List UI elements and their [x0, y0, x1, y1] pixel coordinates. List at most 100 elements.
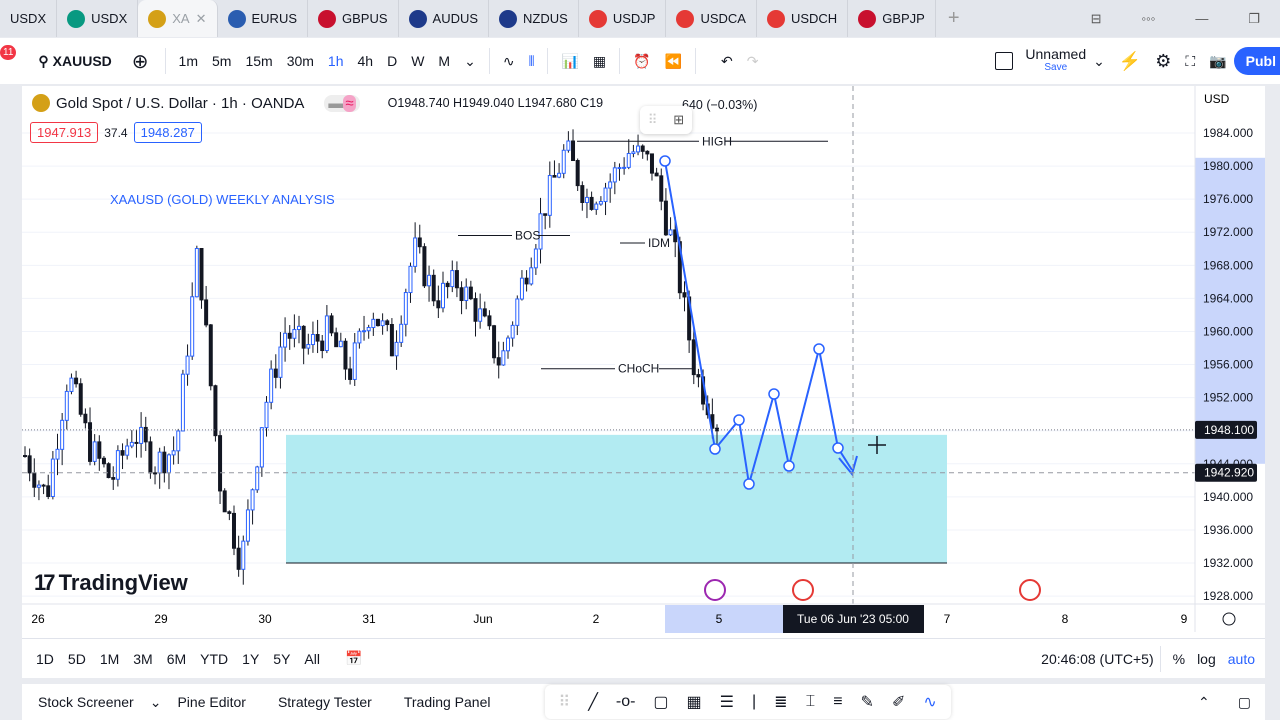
interval-1h[interactable]: 1h: [321, 53, 351, 69]
candles-icon[interactable]: ⫴: [522, 53, 542, 70]
restore-icon[interactable]: ❐: [1228, 11, 1280, 27]
analysis-title[interactable]: XAAUSD (GOLD) WEEKLY ANALYSIS: [110, 192, 335, 207]
us-event-icon[interactable]: [792, 579, 814, 601]
grid-icon[interactable]: ▦: [687, 692, 702, 712]
auto-toggle[interactable]: auto: [1222, 651, 1265, 667]
tab-eurus-3[interactable]: EURUS: [218, 0, 309, 37]
publish-button[interactable]: Publ: [1233, 47, 1280, 75]
bottom-tab-trading-panel[interactable]: Trading Panel: [388, 694, 507, 711]
vertical-line-icon[interactable]: |: [752, 693, 756, 711]
projection-point[interactable]: [768, 388, 780, 400]
log-toggle[interactable]: log: [1191, 651, 1222, 667]
range-1y[interactable]: 1Y: [235, 651, 266, 667]
rectangle-icon[interactable]: ▢: [653, 692, 668, 712]
line-chart-icon[interactable]: ∿: [496, 53, 522, 70]
chevron-down-icon[interactable]: ⌄: [457, 53, 483, 70]
interval-4h[interactable]: 4h: [351, 53, 381, 69]
replay-icon[interactable]: ⏪: [658, 53, 689, 70]
drag-handle-icon[interactable]: ⠿: [648, 112, 658, 128]
price-range-icon[interactable]: ⌶: [806, 693, 816, 711]
projection-point[interactable]: [733, 414, 745, 426]
add-symbol-icon[interactable]: ⊕: [122, 49, 159, 74]
close-icon[interactable]: ✕: [196, 11, 207, 27]
templates-icon[interactable]: ▦: [586, 53, 613, 70]
layout-checkbox[interactable]: [995, 52, 1014, 70]
projection-point[interactable]: [743, 478, 755, 490]
tab-usdjp-7[interactable]: USDJP: [579, 0, 667, 37]
range-6m[interactable]: 6M: [160, 651, 193, 667]
interval-30m[interactable]: 30m: [280, 53, 321, 69]
brush-icon[interactable]: ✎: [861, 692, 874, 712]
buy-price[interactable]: 1948.287: [133, 122, 202, 143]
interval-D[interactable]: D: [380, 53, 404, 69]
tab-xa-2[interactable]: XA ✕: [138, 0, 218, 37]
alert-icon[interactable]: ⏰: [626, 53, 657, 70]
projection-point[interactable]: [813, 343, 825, 355]
range-1d[interactable]: 1D: [22, 651, 61, 667]
projection-point[interactable]: [709, 443, 721, 455]
range-5y[interactable]: 5Y: [266, 651, 297, 667]
trend-line-icon[interactable]: ╱: [588, 692, 598, 712]
bottom-tab-stock-screener[interactable]: Stock Screener: [22, 694, 150, 711]
undo-icon[interactable]: ↶: [714, 53, 740, 70]
bottom-tab-pine-editor[interactable]: Pine Editor: [161, 694, 261, 711]
indicators-icon[interactable]: 📊: [554, 53, 585, 70]
bottom-tab-strategy-tester[interactable]: Strategy Tester: [262, 694, 388, 711]
indicator-toggle[interactable]: ▬ ≈: [324, 94, 360, 112]
tab-gbpjp-10[interactable]: GBPJP: [848, 0, 936, 37]
projection-point[interactable]: [832, 442, 844, 454]
drag-handle-icon[interactable]: ⠿: [559, 692, 571, 712]
tab-gbpus-4[interactable]: GBPUS: [308, 0, 399, 37]
projection-point[interactable]: [659, 155, 671, 167]
currency-label[interactable]: USD: [1204, 92, 1230, 106]
range-all[interactable]: All: [297, 651, 327, 667]
tab-usdx-1[interactable]: USDX: [57, 0, 139, 37]
lines-icon[interactable]: ☰: [720, 692, 734, 712]
fib-icon[interactable]: ≣: [774, 692, 787, 712]
range-1m[interactable]: 1M: [93, 651, 126, 667]
tab-nzdus-6[interactable]: NZDUS: [489, 0, 579, 37]
camera-icon[interactable]: 📷: [1202, 53, 1233, 70]
chevron-down-icon[interactable]: ⌄: [150, 694, 162, 711]
layout-name[interactable]: Unnamed Save: [1025, 47, 1086, 75]
minimize-icon[interactable]: —: [1175, 11, 1228, 26]
interval-5m[interactable]: 5m: [205, 53, 238, 69]
layout-icon[interactable]: ⊟: [1071, 11, 1122, 27]
collapse-icon[interactable]: ⌃: [1184, 694, 1224, 711]
fullscreen-icon[interactable]: ⛶: [1178, 53, 1202, 70]
sell-price[interactable]: 1947.913: [30, 122, 99, 143]
chart-canvas[interactable]: HIGH BOS IDM CHoCH USD 1984.000 1980.000 1976.0…: [22, 86, 1265, 678]
date-range-icon[interactable]: ≡: [833, 693, 842, 711]
chart-pane[interactable]: HIGH BOS IDM CHoCH USD 1984.000 1980.000 1976.0…: [22, 86, 1265, 678]
range-3m[interactable]: 3M: [126, 651, 159, 667]
percent-toggle[interactable]: %: [1167, 651, 1191, 667]
tab-usdx-0[interactable]: USDX: [0, 0, 58, 37]
interval-W[interactable]: W: [404, 53, 431, 69]
us-event-icon[interactable]: [1019, 579, 1041, 601]
range-5d[interactable]: 5D: [61, 651, 93, 667]
time-axis-settings-icon[interactable]: [1222, 612, 1236, 626]
eraser-icon[interactable]: ✐: [892, 692, 905, 712]
add-pane-icon[interactable]: ⊞: [673, 112, 684, 128]
path-icon[interactable]: ∿: [923, 692, 936, 712]
interval-M[interactable]: M: [431, 53, 457, 69]
interval-1m[interactable]: 1m: [172, 53, 205, 69]
dividend-event-icon[interactable]: [704, 579, 726, 601]
quick-search-icon[interactable]: ⚡: [1112, 51, 1148, 72]
symbol-search[interactable]: ⚲ XAUUSD: [28, 53, 121, 70]
calendar-icon[interactable]: 📅: [345, 650, 362, 667]
tab-usdca-8[interactable]: USDCA: [666, 0, 757, 37]
horizontal-ray-icon[interactable]: -o-: [616, 693, 636, 711]
new-tab-icon[interactable]: +: [936, 7, 972, 30]
more-icon[interactable]: ◦◦◦: [1122, 11, 1176, 26]
chevron-down-icon[interactable]: ⌄: [1086, 53, 1112, 70]
interval-15m[interactable]: 15m: [238, 53, 279, 69]
range-ytd[interactable]: YTD: [193, 651, 235, 667]
tab-audus-5[interactable]: AUDUS: [399, 0, 490, 37]
notification-badge[interactable]: 11: [0, 44, 17, 60]
projection-point[interactable]: [783, 460, 795, 472]
maximize-icon[interactable]: ▢: [1224, 694, 1265, 711]
tab-usdch-9[interactable]: USDCH: [757, 0, 849, 37]
redo-icon[interactable]: ↷: [740, 53, 766, 70]
object-tree-widget[interactable]: ⠿ ⊞: [640, 106, 692, 134]
